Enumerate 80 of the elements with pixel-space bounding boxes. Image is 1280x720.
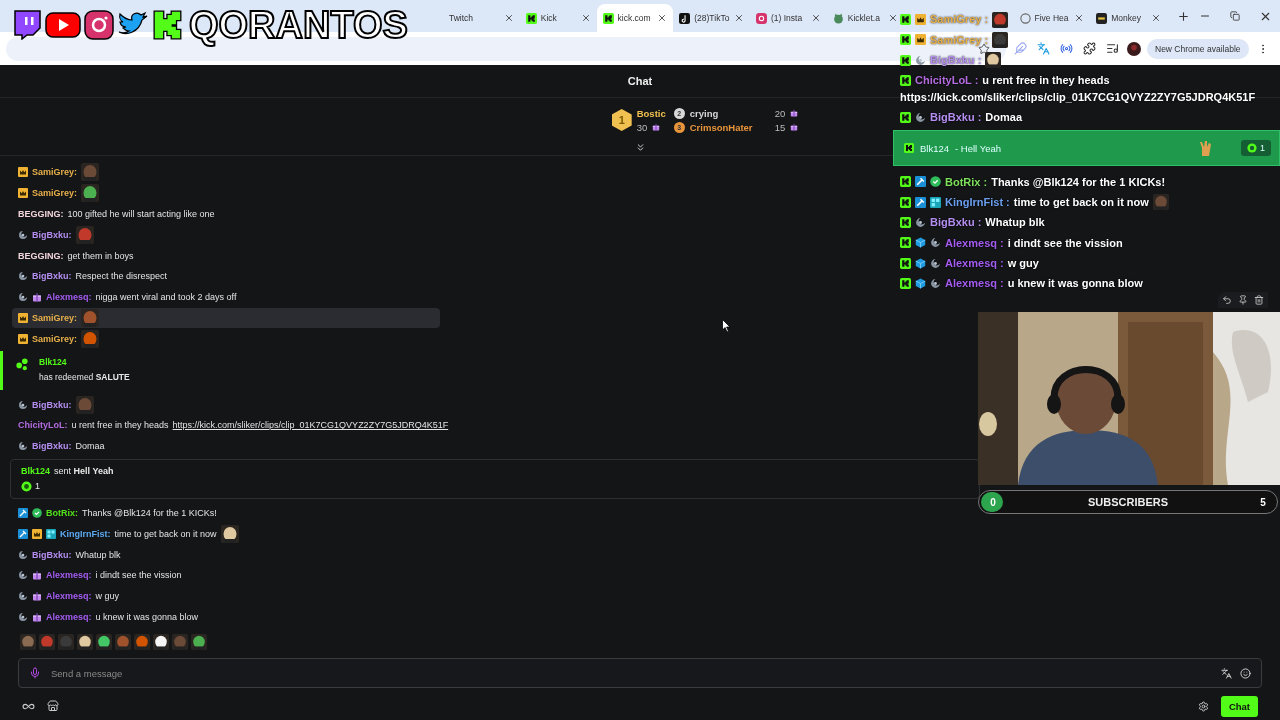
username: SamiGrey : — [930, 33, 989, 46]
chat-title: Chat — [627, 75, 653, 87]
username[interactable]: BigBxku: — [32, 549, 72, 560]
gift-count: 1 — [35, 481, 40, 492]
username: Blk124 — [920, 142, 950, 154]
message-input[interactable]: Send a message — [49, 666, 1213, 680]
leader-name: crying — [689, 107, 720, 119]
leader-name: Bostic — [636, 107, 666, 119]
gift-count: 15 — [774, 121, 786, 133]
username[interactable]: Blk124 — [21, 465, 51, 476]
update-button[interactable]: New Chrome available — [1147, 38, 1249, 59]
message-text: u knew it was gonna blow — [1007, 277, 1143, 290]
username[interactable]: BigBxku: — [32, 229, 72, 240]
username[interactable]: Alexmesq: — [46, 292, 92, 303]
username[interactable]: ChicityLoL: — [18, 420, 68, 431]
username[interactable]: Alexmesq: — [46, 570, 92, 581]
username[interactable]: SamiGrey: — [32, 188, 78, 199]
username: ChicityLoL : — [915, 74, 979, 87]
username: Alexmesq : — [945, 277, 1004, 290]
username[interactable]: Blk124 — [39, 357, 130, 368]
message-text: u rent free in they heads — [71, 420, 169, 431]
message-text: 100 gifted he will start acting like one — [67, 209, 215, 219]
message-text: w guy — [1007, 256, 1039, 269]
username[interactable]: Alexmesq: — [46, 591, 92, 602]
gift-count: 20 — [774, 107, 786, 119]
alert-count: 1 — [1260, 143, 1265, 154]
message-text: u rent free in they heads — [982, 74, 1110, 87]
gift-text: sent Hell Yeah — [54, 465, 114, 476]
username: BigBxku : — [930, 216, 982, 229]
message-text: time to get back on it now — [1013, 195, 1149, 208]
browser-tab[interactable]: Five Hea — [1013, 4, 1091, 32]
username: SamiGrey : — [930, 13, 989, 26]
username[interactable]: BigBxku: — [32, 271, 72, 282]
message-text: w guy — [95, 591, 120, 602]
message-text: Whatup blk — [985, 216, 1045, 229]
username[interactable]: SamiGrey: — [32, 333, 78, 344]
message-text: Whatup blk — [75, 549, 121, 560]
username: BotRix : — [945, 175, 988, 188]
browser-tab[interactable]: Kicklet.a — [826, 4, 904, 32]
alert-text: - Hell Yeah — [955, 142, 1001, 154]
username[interactable]: SamiGrey: — [32, 312, 78, 323]
message-text: get them in boys — [67, 250, 134, 261]
leader-name: CrimsonHater — [689, 121, 754, 133]
rank-badge: 1 — [611, 109, 632, 131]
gift-count: 30 — [636, 121, 648, 133]
username[interactable]: BEGGING: — [18, 250, 64, 261]
browser-tab[interactable]: (28)TikTo — [673, 4, 750, 32]
goal-count: 5 — [1259, 495, 1267, 510]
username[interactable]: BigBxku: — [32, 399, 72, 410]
browser-tab[interactable]: Kick — [519, 4, 597, 32]
username: BigBxku : — [930, 111, 982, 124]
username[interactable]: BotRix: — [46, 507, 78, 518]
message-text: i dindt see the vission — [95, 570, 182, 581]
browser-tab[interactable]: Monkey — [1090, 4, 1167, 32]
username: Alexmesq : — [945, 236, 1004, 249]
username: KingIrnFist : — [945, 195, 1010, 208]
username: Alexmesq : — [945, 256, 1004, 269]
message-text: Respect the disrespect — [75, 271, 168, 282]
username[interactable]: Alexmesq: — [46, 611, 92, 622]
browser-tab[interactable]: kick.com — [596, 4, 674, 32]
message-text: nigga went viral and took 2 days off — [95, 292, 237, 303]
chat-button[interactable]: Chat — [1220, 695, 1258, 717]
message-text: u knew it was gonna blow — [95, 611, 199, 622]
message-text: time to get back on it now — [114, 528, 217, 539]
browser-tab[interactable]: (1) Insta — [750, 4, 827, 32]
browser-tab[interactable]: Twitch — [443, 4, 520, 32]
username: BigBxku : — [930, 54, 982, 67]
message-text: i dindt see the vission — [1007, 236, 1123, 249]
reward-text: has redeemed SALUTE — [39, 372, 130, 383]
message-link[interactable]: https://kick.com/sliker/clips/clip_01K7CG1QVYZ2ZY7G5JDRQ4K51F — [172, 420, 449, 431]
message-text: Domaa — [75, 441, 105, 452]
username[interactable]: SamiGrey: — [32, 167, 78, 178]
username[interactable]: BigBxku: — [32, 441, 72, 452]
goal-label: SUBSCRIBERS — [1086, 496, 1170, 508]
message-text: Domaa — [985, 111, 1023, 124]
message-text: Thanks @Blk124 for the 1 KICKs! — [991, 175, 1166, 188]
username[interactable]: BEGGING: — [18, 209, 64, 219]
message-field[interactable]: Send a message — [18, 658, 1262, 688]
username[interactable]: KingIrnFist: — [60, 528, 111, 539]
message-text: Thanks @Blk124 for the 1 KICKs! — [82, 507, 217, 518]
